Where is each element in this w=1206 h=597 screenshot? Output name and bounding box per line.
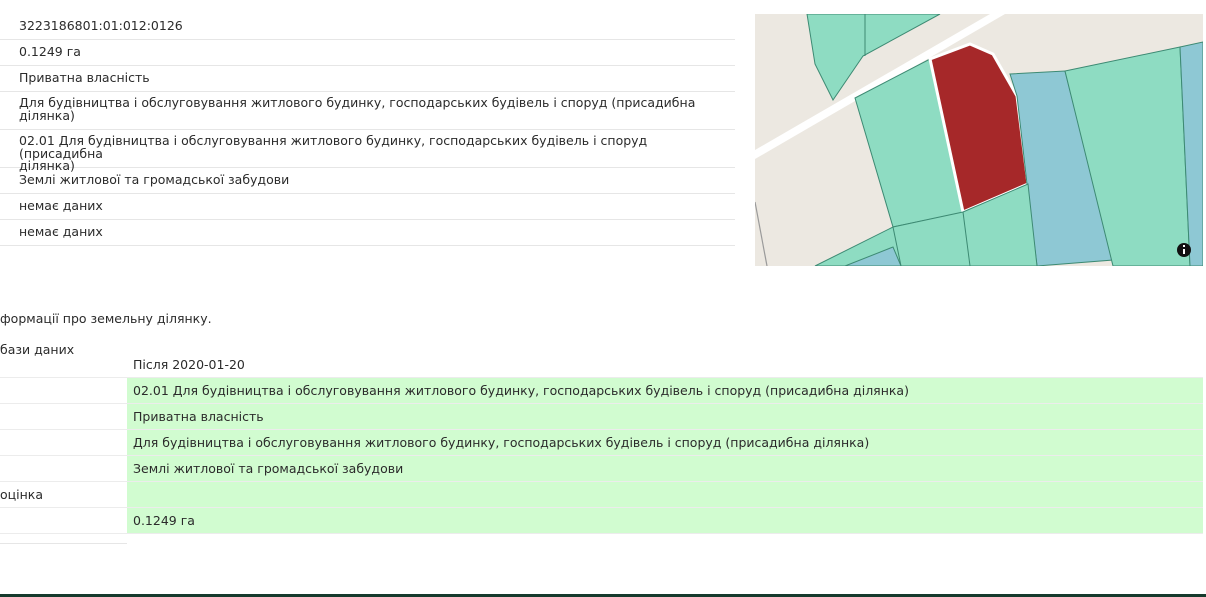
ownership-type-value: Приватна власність (19, 70, 150, 85)
parcel-map[interactable] (755, 14, 1203, 266)
purpose-code: 02.01 Для будівництва і обслуговування ж… (0, 130, 735, 172)
ownership-type: Приватна власність (0, 66, 735, 92)
history-header-label (0, 352, 127, 377)
history-header-row: Після 2020-01-20 (0, 352, 1203, 378)
history-row-purpose: Для будівництва і обслуговування житлово… (0, 430, 1203, 456)
parcel-map-canvas[interactable] (755, 14, 1203, 266)
history-row-area: 0.1249 га (0, 508, 1203, 534)
history-value-4: Землі житлової та громадської забудови (127, 456, 1203, 481)
history-value-1: 02.01 Для будівництва і обслуговування ж… (127, 378, 1203, 403)
intended-purpose-line-2: ділянка) (19, 107, 75, 123)
no-data-value-1: немає даних (19, 198, 103, 213)
history-label-4 (0, 456, 127, 481)
intended-purpose: Для будівництва і обслуговування житлово… (0, 92, 735, 130)
purpose-code-line-1: 02.01 Для будівництва і обслуговування ж… (19, 133, 648, 161)
history-period: Після 2020-01-20 (127, 352, 1203, 377)
parcel-area: 0.1249 га (0, 40, 735, 66)
history-value-6: 0.1249 га (127, 508, 1203, 533)
history-table-end (0, 534, 127, 544)
history-label-3 (0, 430, 127, 455)
no-data-value-2: немає даних (19, 224, 103, 239)
land-category: Землі житлової та громадської забудови (0, 168, 735, 194)
history-label-1 (0, 378, 127, 403)
info-icon[interactable] (1177, 243, 1191, 257)
history-label-6 (0, 508, 127, 533)
history-value-5 (127, 482, 1203, 507)
history-label-2 (0, 404, 127, 429)
history-value-3: Для будівництва і обслуговування житлово… (127, 430, 1203, 455)
land-category-value: Землі житлової та громадської забудови (19, 172, 290, 187)
parcel-info-table: 3223186801:01:012:0126 0.1249 га Приватн… (0, 14, 735, 246)
history-row-purpose-code: 02.01 Для будівництва і обслуговування ж… (0, 378, 1203, 404)
history-table: Після 2020-01-20 02.01 Для будівництва і… (0, 352, 1203, 544)
history-value-2: Приватна власність (127, 404, 1203, 429)
no-data-row-2: немає даних (0, 220, 735, 246)
cadastral-number: 3223186801:01:012:0126 (0, 14, 735, 40)
parcel-area-value: 0.1249 га (19, 44, 81, 59)
history-label-5: оцінка (0, 487, 44, 502)
history-row-valuation: оцінка (0, 482, 1203, 508)
cadastral-number-value: 3223186801:01:012:0126 (19, 18, 183, 33)
no-data-row-1: немає даних (0, 194, 735, 220)
history-row-category: Землі житлової та громадської забудови (0, 456, 1203, 482)
intended-purpose-line-1: Для будівництва і обслуговування житлово… (19, 95, 696, 110)
history-note: формації про земельну ділянку. (0, 311, 212, 326)
history-row-ownership: Приватна власність (0, 404, 1203, 430)
